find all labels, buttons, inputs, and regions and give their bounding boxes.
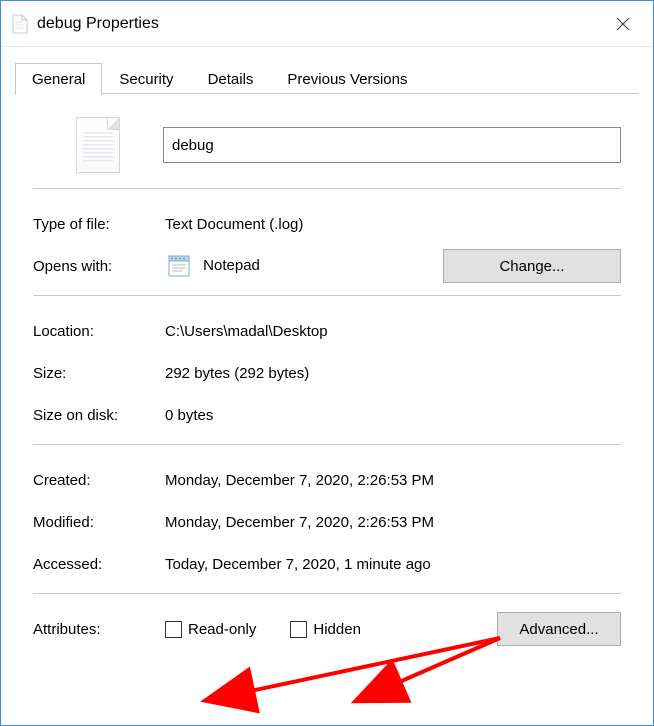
tab-security[interactable]: Security	[102, 63, 190, 95]
size-value: 292 bytes (292 bytes)	[165, 365, 621, 382]
tabs: General Security Details Previous Versio…	[15, 57, 639, 94]
tab-previous-versions[interactable]: Previous Versions	[270, 63, 424, 95]
titlebar: debug Properties	[1, 1, 653, 47]
attributes-label: Attributes:	[33, 621, 165, 638]
separator	[33, 188, 621, 189]
file-icon	[11, 13, 29, 35]
opens-with-value: Notepad	[165, 252, 443, 280]
size-on-disk-value: 0 bytes	[165, 407, 621, 424]
advanced-button[interactable]: Advanced...	[497, 612, 621, 646]
hidden-label: Hidden	[313, 621, 361, 638]
created-label: Created:	[33, 472, 165, 489]
separator	[33, 444, 621, 445]
modified-value: Monday, December 7, 2020, 2:26:53 PM	[165, 514, 621, 531]
checkbox-icon	[165, 621, 182, 638]
filetype-icon	[33, 117, 163, 173]
readonly-checkbox[interactable]: Read-only	[165, 621, 256, 638]
tab-strip-border	[15, 93, 639, 94]
readonly-label: Read-only	[188, 621, 256, 638]
tab-details[interactable]: Details	[191, 63, 271, 95]
accessed-value: Today, December 7, 2020, 1 minute ago	[165, 556, 621, 573]
separator	[33, 295, 621, 296]
type-of-file-label: Type of file:	[33, 216, 165, 233]
location-label: Location:	[33, 323, 165, 340]
filename-input[interactable]	[163, 127, 621, 163]
hidden-checkbox[interactable]: Hidden	[290, 621, 361, 638]
size-label: Size:	[33, 365, 165, 382]
separator	[33, 593, 621, 594]
opens-with-label: Opens with:	[33, 258, 165, 275]
type-of-file-value: Text Document (.log)	[165, 216, 621, 233]
content-area: General Security Details Previous Versio…	[1, 47, 653, 725]
size-on-disk-label: Size on disk:	[33, 407, 165, 424]
properties-window: debug Properties General Security Detail…	[0, 0, 654, 726]
window-title: debug Properties	[37, 15, 603, 33]
notepad-icon	[165, 252, 193, 280]
change-button[interactable]: Change...	[443, 249, 621, 283]
close-button[interactable]	[603, 9, 643, 39]
opens-with-app: Notepad	[203, 257, 260, 274]
location-value: C:\Users\madal\Desktop	[165, 323, 621, 340]
accessed-label: Accessed:	[33, 556, 165, 573]
general-panel: Type of file: Text Document (.log) Opens…	[15, 94, 639, 650]
tab-general[interactable]: General	[15, 63, 102, 95]
created-value: Monday, December 7, 2020, 2:26:53 PM	[165, 472, 621, 489]
modified-label: Modified:	[33, 514, 165, 531]
checkbox-icon	[290, 621, 307, 638]
